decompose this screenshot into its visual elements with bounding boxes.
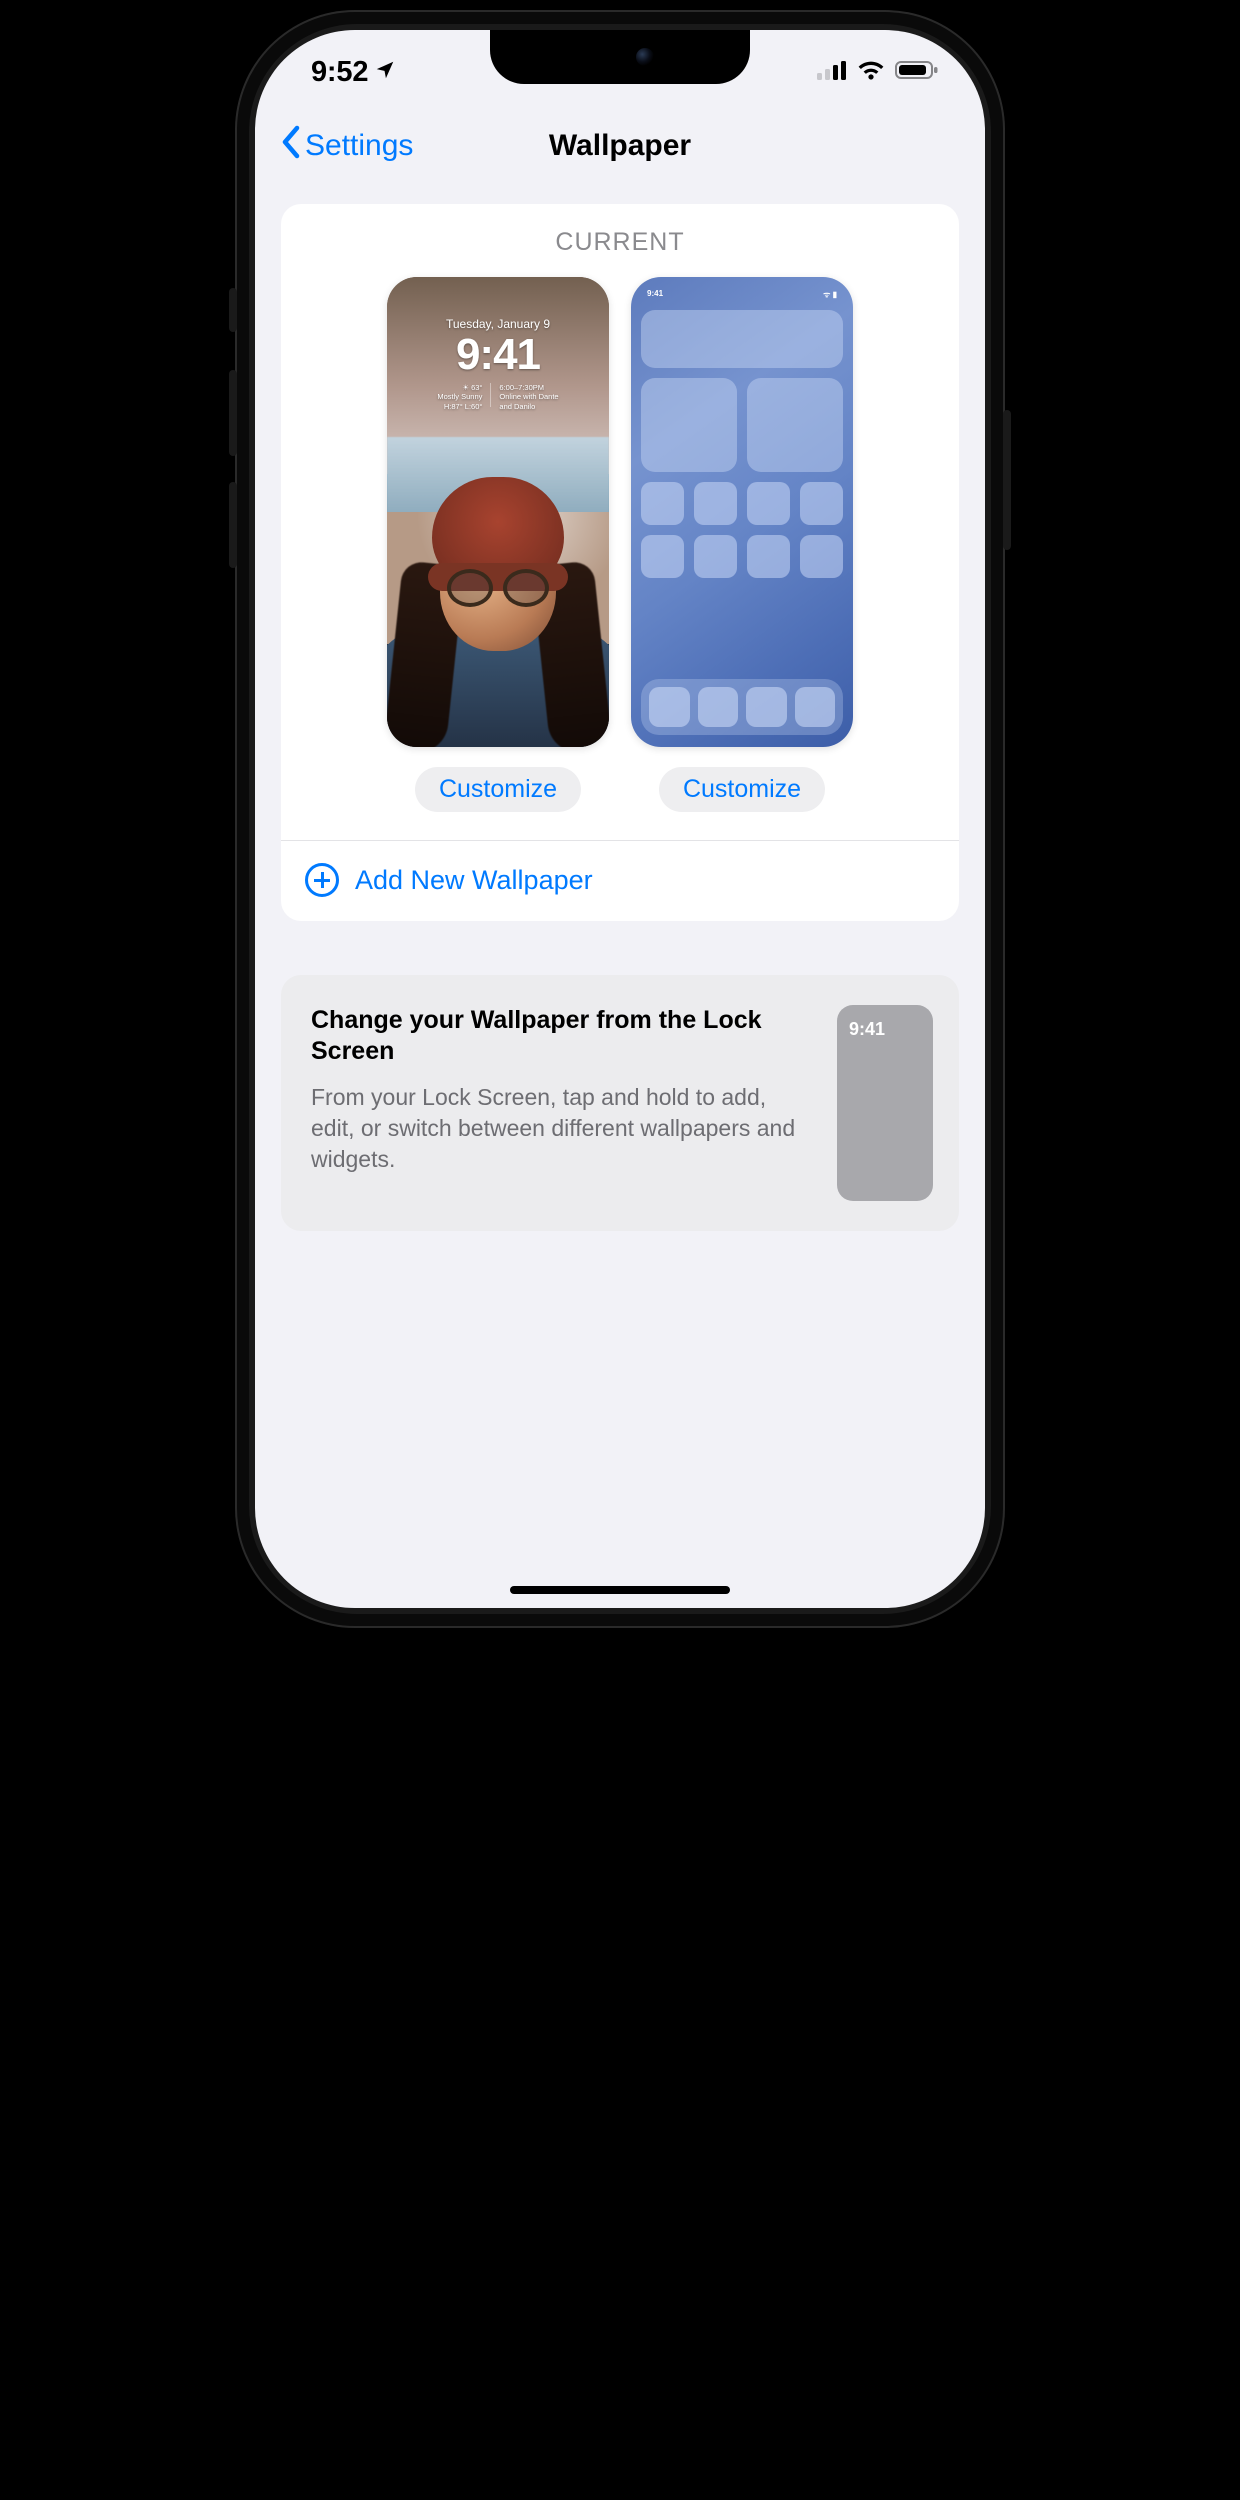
- home-preview-time: 9:41: [647, 289, 663, 300]
- home-widget-med-1: [641, 378, 737, 472]
- back-button[interactable]: Settings: [279, 125, 413, 167]
- home-preview-status-icons: ᯤ ▮: [823, 289, 837, 300]
- current-wallpaper-card: CURRENT: [281, 204, 959, 921]
- section-label-current: CURRENT: [281, 204, 959, 277]
- lock-weather-cond: Mostly Sunny: [437, 392, 482, 401]
- power-button: [1003, 410, 1011, 550]
- customize-lock-button[interactable]: Customize: [415, 767, 581, 812]
- phone-screen: 9:52: [255, 30, 985, 1608]
- dock-app-icon: [795, 687, 836, 728]
- lock-cal-time: 6:00–7:30PM: [499, 383, 558, 392]
- home-app-icon: [747, 535, 790, 578]
- nav-header: Settings Wallpaper: [255, 108, 985, 184]
- plus-circle-icon: [305, 863, 339, 897]
- home-app-icon: [800, 535, 843, 578]
- home-app-icon: [747, 482, 790, 525]
- lock-weather-temp: 63°: [437, 383, 482, 392]
- lock-screen-preview[interactable]: Tuesday, January 9 9:41 63° Mostly Sunny…: [387, 277, 609, 747]
- front-camera: [636, 48, 654, 66]
- home-app-icon: [694, 535, 737, 578]
- tip-card: Change your Wallpaper from the Lock Scre…: [281, 975, 959, 1231]
- dock-app-icon: [746, 687, 787, 728]
- tip-title: Change your Wallpaper from the Lock Scre…: [311, 1005, 811, 1068]
- add-new-wallpaper-label: Add New Wallpaper: [355, 865, 593, 896]
- cellular-icon: [817, 60, 847, 80]
- lock-weather-hilo: H:87° L:60°: [437, 402, 482, 411]
- location-icon: [374, 56, 396, 89]
- volume-down-button: [229, 482, 237, 568]
- tip-thumbnail: 9:41: [837, 1005, 933, 1201]
- lock-preview-time: 9:41: [387, 333, 609, 377]
- tip-body: From your Lock Screen, tap and hold to a…: [311, 1082, 811, 1175]
- home-app-icon: [694, 482, 737, 525]
- dock-app-icon: [698, 687, 739, 728]
- home-screen-preview[interactable]: 9:41 ᯤ ▮: [631, 277, 853, 747]
- lock-cal-title1: Online with Dante: [499, 392, 558, 401]
- notch: [490, 30, 750, 84]
- status-time: 9:52: [311, 56, 368, 89]
- customize-home-button[interactable]: Customize: [659, 767, 825, 812]
- tip-thumb-time: 9:41: [849, 1019, 885, 1039]
- back-label: Settings: [305, 129, 413, 163]
- lock-preview-date: Tuesday, January 9: [387, 317, 609, 331]
- wifi-icon: [857, 60, 885, 80]
- page-title: Wallpaper: [549, 129, 691, 163]
- home-app-icon: [800, 482, 843, 525]
- mute-switch: [229, 288, 237, 332]
- battery-icon: [895, 60, 939, 80]
- dock-app-icon: [649, 687, 690, 728]
- home-indicator[interactable]: [510, 1586, 730, 1594]
- home-app-icon: [641, 535, 684, 578]
- chevron-left-icon: [279, 125, 303, 167]
- phone-frame: 9:52: [235, 10, 1005, 1628]
- lock-cal-title2: and Danilo: [499, 402, 558, 411]
- home-widget-large: [641, 310, 843, 368]
- home-dock: [641, 679, 843, 736]
- add-new-wallpaper-button[interactable]: Add New Wallpaper: [281, 841, 959, 921]
- home-widget-med-2: [747, 378, 843, 472]
- volume-up-button: [229, 370, 237, 456]
- home-app-icon: [641, 482, 684, 525]
